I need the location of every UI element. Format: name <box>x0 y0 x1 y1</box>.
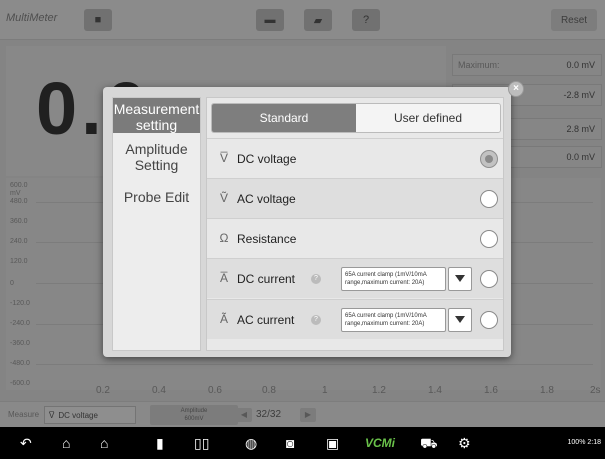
system-nav-bar: ↶ ⌂ ⌂ ▮ ▯▯ ◍ ◙ ▣ VCMi ⛟ ⚙ 100% 2:18 <box>0 427 605 459</box>
status-indicators: 100% 2:18 <box>568 439 601 446</box>
radio-resistance[interactable] <box>480 230 498 248</box>
option-label: AC current <box>237 313 295 327</box>
clamp-select-ac[interactable]: 65A current clamp (1mV/10mA range,maximu… <box>341 308 446 332</box>
dc-voltage-icon: V̅ <box>219 151 228 165</box>
clamp-select-dc[interactable]: 65A current clamp (1mV/10mA range,maximu… <box>341 267 446 291</box>
nav-measurement-setting[interactable]: Measurement setting <box>113 98 200 133</box>
recent-apps-icon[interactable]: ▮ <box>156 435 164 451</box>
radio-dc-current[interactable] <box>480 270 498 288</box>
clock-time: 2:18 <box>587 439 601 446</box>
mode-tabs: Standard User defined <box>211 103 501 133</box>
nav-probe-edit[interactable]: Probe Edit <box>113 186 200 208</box>
home-icon[interactable]: ⌂ <box>62 435 70 451</box>
tab-user-defined[interactable]: User defined <box>356 104 500 132</box>
option-dc-voltage[interactable]: V̅ DC voltage <box>207 138 503 178</box>
settings-content: Standard User defined V̅ DC voltage Ṽ AC… <box>206 97 504 351</box>
help-icon[interactable]: ? <box>311 274 321 284</box>
option-dc-current[interactable]: A̅ DC current ? 65A current clamp (1mV/1… <box>207 258 503 298</box>
option-ac-current[interactable]: Ã AC current ? 65A current clamp (1mV/10… <box>207 299 503 339</box>
chevron-down-icon[interactable] <box>448 308 472 332</box>
camera-icon[interactable]: ◙ <box>286 435 294 451</box>
option-label: Resistance <box>237 232 297 246</box>
split-screen-icon[interactable]: ▯▯ <box>194 435 209 451</box>
dc-current-icon: A̅ <box>219 271 228 285</box>
browser-icon[interactable]: ◍ <box>245 435 257 451</box>
chevron-down-icon[interactable] <box>448 267 472 291</box>
option-ac-voltage[interactable]: Ṽ AC voltage <box>207 178 503 218</box>
ac-voltage-icon: Ṽ <box>219 191 228 205</box>
option-resistance[interactable]: Ω Resistance <box>207 218 503 258</box>
settings-nav: Measurement setting Amplitude Setting Pr… <box>112 97 201 351</box>
ohm-icon: Ω <box>219 231 229 245</box>
back-icon[interactable]: ↶ <box>20 435 32 451</box>
option-label: AC voltage <box>237 192 296 206</box>
option-label: DC voltage <box>237 152 297 166</box>
vcmi-icon[interactable]: VCMi <box>365 435 395 451</box>
display-icon[interactable]: ▣ <box>326 435 339 451</box>
radio-ac-current[interactable] <box>480 311 498 329</box>
ac-current-icon: Ã <box>219 312 228 326</box>
option-label: DC current <box>237 272 296 286</box>
radio-ac-voltage[interactable] <box>480 190 498 208</box>
nav-amplitude-setting[interactable]: Amplitude Setting <box>113 138 200 176</box>
battery-level: 100% <box>567 439 586 446</box>
tab-standard[interactable]: Standard <box>212 104 356 132</box>
radio-dc-voltage[interactable] <box>480 150 498 168</box>
house-icon[interactable]: ⌂ <box>100 435 108 451</box>
service-icon[interactable]: ⚙ <box>458 435 471 451</box>
close-icon[interactable]: × <box>508 81 524 97</box>
help-icon[interactable]: ? <box>311 315 321 325</box>
measurement-settings-dialog: Measurement setting Amplitude Setting Pr… <box>103 87 511 357</box>
car-icon[interactable]: ⛟ <box>420 435 438 451</box>
